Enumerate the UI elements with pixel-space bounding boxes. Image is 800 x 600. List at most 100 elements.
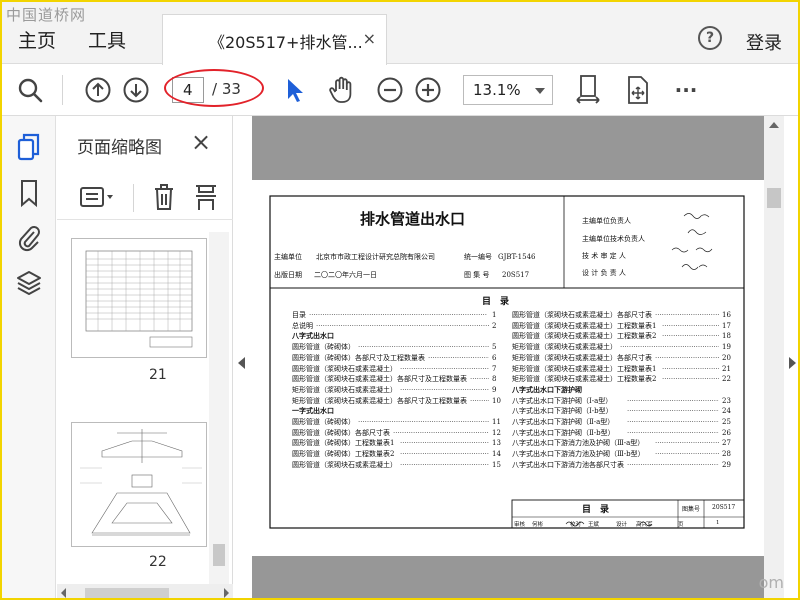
titleblock-cell: 页 [678, 522, 684, 528]
toc-section-heading[interactable]: 八字式出水口下游护砌 [512, 385, 582, 396]
toc-leader-dots: ········································… [470, 375, 489, 384]
toc-entry[interactable]: 矩形管道（浆砌块石或素混凝土） [512, 342, 617, 353]
more-options-icon[interactable]: ··· [670, 74, 702, 106]
toc-entry[interactable]: 矩形管道（浆砌块石或素混凝土）各部尺寸表 [512, 353, 652, 364]
panel-horizontal-scrollbar[interactable] [57, 584, 233, 598]
toc-entry[interactable]: 矩形管道（浆砌块石或素混凝土） [292, 385, 397, 396]
toc-entry[interactable]: 矩形管道（浆砌块石或素混凝土）各部尺寸及工程数量表 [292, 396, 467, 407]
menu-home[interactable]: 主页 [18, 26, 56, 53]
toc-leader-dots: ········································… [358, 343, 489, 352]
toc-entry[interactable]: 圆形管道（砖砌体）工程数量表2 [292, 449, 394, 460]
toolbar: 4 / 33 13.1% ··· [2, 65, 798, 116]
toc-entry[interactable]: 矩形管道（浆砌块石或素混凝土）工程数量表1 [512, 364, 656, 375]
toc-entry[interactable]: 八字式出水口下游护砌（Ⅱ-a型） [512, 417, 614, 428]
toc-leader-dots: ········································… [400, 450, 489, 459]
toc-page-number: 14 [492, 450, 501, 459]
hand-tool-icon[interactable] [326, 74, 358, 106]
toc-entry[interactable]: 圆形管道（砖砌体） [292, 417, 355, 428]
page-thumbnail-22[interactable] [71, 422, 207, 547]
help-icon[interactable]: ? [698, 26, 722, 50]
left-icon-rail [2, 116, 56, 598]
toc-page-number: 21 [722, 364, 731, 373]
toc-entry[interactable]: 圆形管道（浆砌块石或素混凝土） [292, 364, 397, 375]
toc-section-heading[interactable]: 八字式出水口 [292, 331, 334, 342]
page-thumbnails-icon[interactable] [16, 132, 42, 162]
zoom-select[interactable]: 13.1% [463, 75, 553, 105]
app-window: 中国道桥网 主页 工具 《20S517+排水管... × ? 登录 4 / 33 [0, 0, 800, 600]
attachment-icon[interactable] [16, 222, 42, 252]
extract-page-icon[interactable] [193, 182, 219, 216]
fit-page-icon[interactable] [572, 74, 604, 106]
toc-leader-dots: ········································… [627, 407, 719, 416]
search-icon[interactable] [14, 74, 46, 106]
toc-page-number: 2 [492, 321, 497, 330]
document-scroll-thumb[interactable] [767, 188, 781, 208]
titleblock-cell: 校对 [570, 522, 582, 528]
close-panel-icon[interactable]: × [191, 128, 211, 156]
collapse-right-arrow-icon[interactable] [789, 357, 796, 369]
login-button[interactable]: 登录 [746, 29, 782, 55]
toc-entry[interactable]: 圆形管道（浆砌块石或素混凝土）各部尺寸表 [512, 310, 652, 321]
toc-section-heading[interactable]: 一字式出水口 [292, 406, 334, 417]
toc-entry[interactable]: 圆形管道（砖砌体）各部尺寸及工程数量表 [292, 353, 425, 364]
toc-page-number: 20 [722, 353, 731, 362]
tab-close-button[interactable]: × [363, 29, 376, 48]
prev-page-icon[interactable] [82, 74, 114, 106]
menu-tools[interactable]: 工具 [88, 26, 126, 53]
toc-entry[interactable]: 八字式出水口下游消力池及护砌（Ⅲ-a型） [512, 438, 644, 449]
panel-scrollbar[interactable] [209, 232, 229, 598]
full-screen-icon[interactable] [622, 74, 654, 106]
select-cursor-icon[interactable] [278, 74, 310, 106]
toc-page-number: 15 [492, 460, 501, 469]
toc-entry[interactable]: 圆形管道（砖砌体）工程数量表1 [292, 438, 394, 449]
panel-scroll-thumb[interactable] [213, 544, 225, 566]
role-label: 设 计 负 责 人 [582, 269, 626, 277]
toc-leader-dots: ········································… [393, 428, 489, 437]
titleblock-title: 目 录 [582, 505, 610, 515]
toc-leader-dots: ········································… [309, 311, 488, 319]
toc-leader-dots: ········································… [627, 418, 719, 426]
toc-leader-dots: ········································… [358, 418, 489, 426]
zoom-in-icon[interactable] [412, 74, 444, 106]
thumbnails-panel: 页面缩略图 × 21 22 [57, 116, 233, 598]
toc-page-number: 23 [722, 396, 731, 405]
document-viewer: 排水管道出水口 主编单位 北京市市政工程设计研究总院有限公司 统一编号 GJBT… [252, 116, 764, 598]
layers-icon[interactable] [16, 268, 42, 298]
editor-label: 主编单位 [274, 253, 302, 261]
toc-leader-dots: ········································… [400, 460, 489, 469]
toc-entry[interactable]: 目录 [292, 310, 306, 321]
horizontal-scroll-thumb[interactable] [85, 588, 169, 598]
delete-page-icon[interactable] [151, 182, 177, 216]
toc-entry[interactable]: 矩形管道（浆砌块石或素混凝土）工程数量表2 [512, 374, 656, 385]
titleblock-cell: 审核 [514, 522, 526, 528]
toc-leader-dots: ········································… [662, 375, 719, 384]
code-label: 统一编号 [464, 253, 492, 261]
toc-entry[interactable]: 总说明 [292, 321, 313, 332]
toc-leader-dots: ········································… [627, 396, 719, 405]
toc-entry[interactable]: 圆形管道（浆砌块石或素混凝土）工程数量表2 [512, 331, 656, 342]
zoom-out-icon[interactable] [374, 74, 406, 106]
toc-entry[interactable]: 八字式出水口下游消力池及护砌（Ⅲ-b型） [512, 449, 645, 460]
document-page: 排水管道出水口 主编单位 北京市市政工程设计研究总院有限公司 统一编号 GJBT… [252, 180, 764, 556]
titleblock-cell: 1 [716, 520, 720, 526]
bookmark-icon[interactable] [16, 178, 42, 208]
toc-entry[interactable]: 圆形管道（浆砌块石或素混凝土） [292, 460, 397, 471]
document-tab[interactable]: 《20S517+排水管... × [162, 14, 387, 65]
toc-entry[interactable]: 八字式出水口下游护砌（Ⅱ-b型） [512, 428, 615, 439]
page-thumbnail-21[interactable] [71, 238, 207, 358]
collapse-left-arrow-icon[interactable] [238, 357, 245, 369]
watermark: 中国道桥网 [6, 6, 87, 24]
chevron-down-icon [535, 88, 545, 94]
toc-leader-dots: ········································… [470, 396, 489, 405]
next-page-icon[interactable] [120, 74, 152, 106]
toc-entry[interactable]: 圆形管道（浆砌块石或素混凝土）各部尺寸及工程数量表 [292, 374, 467, 385]
document-scrollbar[interactable] [764, 116, 784, 598]
toc-entry[interactable]: 圆形管道（砖砌体）各部尺寸表 [292, 428, 390, 439]
toc-leader-dots: ········································… [316, 321, 489, 330]
toc-entry[interactable]: 圆形管道（浆砌块石或素混凝土）工程数量表1 [512, 321, 656, 332]
thumbnail-options-icon[interactable] [79, 184, 117, 214]
toc-entry[interactable]: 圆形管道（砖砌体） [292, 342, 355, 353]
toc-entry[interactable]: 八字式出水口下游护砌（Ⅰ-b型） [512, 406, 613, 417]
toc-entry[interactable]: 八字式出水口下游护砌（Ⅰ-a型） [512, 396, 612, 407]
toc-entry[interactable]: 八字式出水口下游消力池各部尺寸表 [512, 460, 624, 471]
